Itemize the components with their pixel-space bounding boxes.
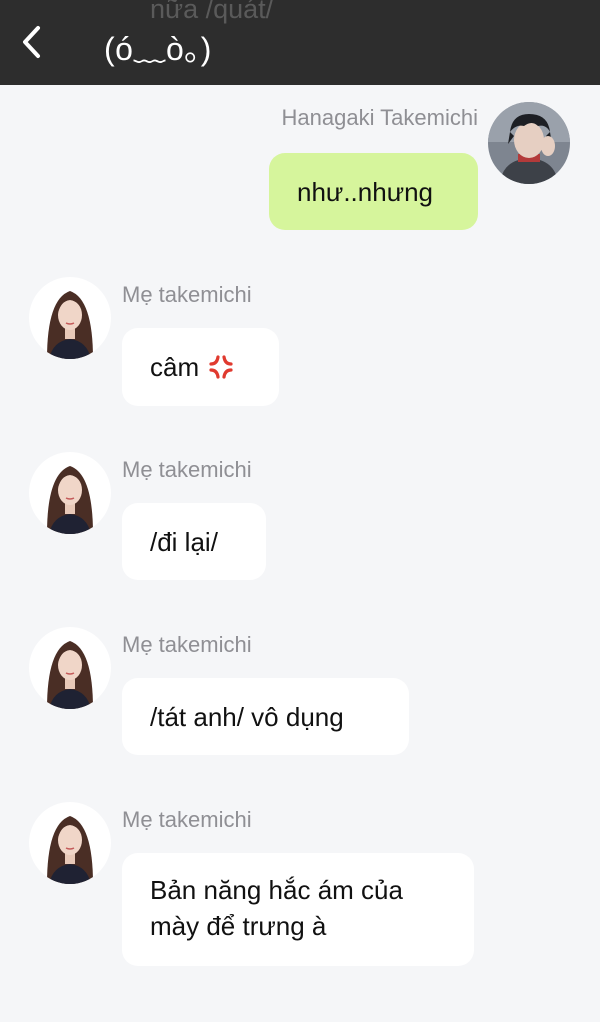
message-text: /đi lại/ <box>150 526 218 557</box>
sender-name: Mẹ takemichi <box>122 632 252 657</box>
sender-name: Mẹ takemichi <box>122 282 252 307</box>
message-bubble-incoming[interactable]: /đi lại/ <box>122 503 266 580</box>
avatar-woman-image <box>29 802 111 884</box>
sender-name: Mẹ takemichi <box>122 807 252 832</box>
sender-name: Hanagaki Takemichi <box>281 105 478 130</box>
chevron-left-icon <box>23 26 40 58</box>
avatar-woman-image <box>29 277 111 359</box>
avatar-takemichi[interactable] <box>488 102 570 184</box>
message-bubble-incoming[interactable]: câm <box>122 328 279 406</box>
message-text-line: mày để trưng à <box>150 911 327 941</box>
message-text: như..nhưng <box>297 176 434 207</box>
message-bubble-incoming[interactable]: Bản năng hắc ám của mày để trưng à <box>122 853 474 966</box>
message-text-line: Bản năng hắc ám của <box>150 875 403 905</box>
message-text: /tát anh/ vô dụng <box>150 701 344 732</box>
avatar-woman-image <box>29 627 111 709</box>
avatar-mother[interactable] <box>29 452 111 534</box>
message-text: câm <box>150 352 200 382</box>
message-bubble-outgoing[interactable]: như..nhưng <box>269 153 478 230</box>
sender-name: Mẹ takemichi <box>122 457 252 482</box>
scrolled-text: nữa /quát/ <box>150 0 274 24</box>
avatar-mother[interactable] <box>29 277 111 359</box>
avatar-mother[interactable] <box>29 802 111 884</box>
top-bar: nữa /quát/ (ó﹏ò｡) <box>0 0 600 85</box>
anger-symbol-icon <box>209 355 233 379</box>
message-bubble-incoming[interactable]: /tát anh/ vô dụng <box>122 678 409 755</box>
avatar-mother[interactable] <box>29 627 111 709</box>
back-button[interactable] <box>14 22 50 62</box>
chat-title: (ó﹏ò｡) <box>104 31 212 67</box>
avatar-boy-image <box>488 102 570 184</box>
avatar-woman-image <box>29 452 111 534</box>
